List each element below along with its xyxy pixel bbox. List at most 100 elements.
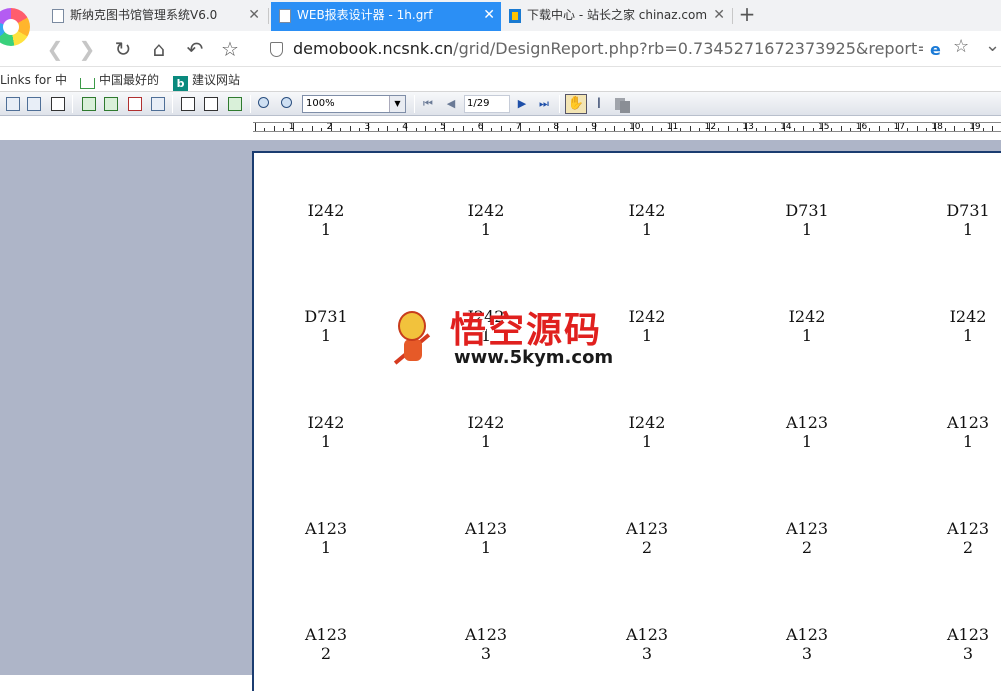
report-workspace[interactable]: I242 1 I242 1 I242 1 D731 1 D731 1 D731 1 I242 1 I242 1… <box>0 140 1001 691</box>
report-cell: A123 1 <box>441 519 531 557</box>
last-page-button[interactable]: ⏭ <box>536 95 552 113</box>
single-page-icon[interactable] <box>202 95 220 113</box>
report-cell-code: A123 <box>785 519 829 538</box>
copy-icon[interactable] <box>613 95 631 113</box>
ruler-tick <box>765 126 767 131</box>
home-button[interactable]: ⌂ <box>145 35 173 63</box>
tab-report-designer[interactable]: WEB报表设计器 - 1h.grf ✕ <box>271 2 501 31</box>
report-cell-code: A123 <box>464 625 508 644</box>
report-cell: A123 2 <box>762 519 852 557</box>
report-cell-code: I242 <box>788 307 826 326</box>
report-cell: A123 3 <box>923 625 1001 663</box>
zoom-out-icon[interactable] <box>279 95 297 113</box>
report-cell-code: A123 <box>464 519 508 538</box>
report-cell-code: I242 <box>628 201 666 220</box>
report-cell-code: I242 <box>949 307 987 326</box>
url-field[interactable]: demobook.ncsnk.cn/grid/DesignReport.php?… <box>293 39 923 58</box>
zoom-select[interactable]: 100% ▼ <box>302 95 406 113</box>
continuous-page-icon[interactable] <box>179 95 197 113</box>
reload-button[interactable]: ↻ <box>109 35 137 63</box>
bookmark-star-button[interactable]: ☆ <box>216 35 244 63</box>
ruler-tick <box>869 128 871 131</box>
chevron-down-icon[interactable]: ▼ <box>389 96 405 112</box>
report-page[interactable]: I242 1 I242 1 I242 1 D731 1 D731 1 D731 1 I242 1 I242 1… <box>252 151 1001 691</box>
ruler-tick <box>340 128 342 131</box>
ruler-tick <box>736 128 738 131</box>
next-page-button[interactable]: ▶ <box>514 95 530 113</box>
bookmark-suggested-sites[interactable]: b 建议网站 <box>173 71 240 91</box>
address-bar[interactable]: demobook.ncsnk.cn/grid/DesignReport.php?… <box>258 34 978 64</box>
ruler-label: 11 <box>666 122 679 132</box>
page-number-field[interactable]: 1/29 <box>464 95 510 113</box>
report-cell-qty: 1 <box>801 432 813 451</box>
report-cell-qty: 1 <box>962 326 974 345</box>
ruler-tick <box>302 128 304 131</box>
tab-library-system[interactable]: 斯纳克图书馆管理系统V6.0 ✕ <box>44 2 266 31</box>
ruler-tick <box>415 128 417 131</box>
favorite-star-icon[interactable]: ☆ <box>953 36 969 57</box>
ruler-tick <box>472 128 474 131</box>
zoom-in-icon[interactable] <box>256 95 274 113</box>
page-setup-icon[interactable] <box>49 95 67 113</box>
first-page-button[interactable]: ⏮ <box>420 95 436 113</box>
ruler-label: 12 <box>704 122 717 132</box>
report-cell-qty: 1 <box>320 538 332 557</box>
tab-close-icon[interactable]: ✕ <box>713 2 725 29</box>
report-cell-qty: 1 <box>320 220 332 239</box>
multi-page-icon[interactable] <box>226 95 244 113</box>
report-cell-qty: 1 <box>962 432 974 451</box>
hand-tool-button[interactable]: ✋ <box>565 94 587 114</box>
undo-close-tab-button[interactable]: ↶ <box>181 35 209 63</box>
ruler-tick <box>651 126 653 131</box>
page-icon <box>52 9 64 23</box>
bookmark-links[interactable]: Links for 中 <box>0 71 67 88</box>
report-cell: A123 1 <box>281 519 371 557</box>
mail-icon[interactable] <box>149 95 167 113</box>
ruler-tick <box>529 128 531 131</box>
ruler-tick <box>500 126 502 131</box>
print-icon[interactable] <box>4 95 22 113</box>
new-tab-button[interactable]: + <box>736 3 758 27</box>
tab-close-icon[interactable]: ✕ <box>248 2 260 29</box>
ruler-tick <box>623 128 625 131</box>
forward-button[interactable]: ❯ <box>73 35 101 63</box>
ruler-label: 17 <box>893 122 906 132</box>
report-cell: I242 1 <box>762 307 852 345</box>
report-cell-qty: 1 <box>962 220 974 239</box>
report-cell-qty: 1 <box>320 432 332 451</box>
chevron-down-icon[interactable]: ⌄ <box>985 35 1000 56</box>
tab-close-icon[interactable]: ✕ <box>483 2 495 29</box>
print-preview-icon[interactable] <box>25 95 43 113</box>
watermark-title: 悟空源码 <box>450 309 603 351</box>
back-button[interactable]: ❮ <box>41 35 69 63</box>
text-select-tool-button[interactable]: I <box>590 95 608 113</box>
report-cell: D731 1 <box>923 201 1001 239</box>
horizontal-ruler: 1 2 3 4 5 6 7 8 9 10 11 12 13 14 15 16 17 18 19 <box>253 122 1001 132</box>
report-cell-qty: 3 <box>641 644 653 663</box>
previous-page-button[interactable]: ◀ <box>443 95 459 113</box>
bookmark-china-best[interactable]: 中国最好的 <box>80 71 159 89</box>
ruler-tick <box>425 126 427 131</box>
ie-mode-icon[interactable]: e <box>930 40 941 59</box>
report-cell-code: D731 <box>946 201 990 220</box>
tab-download-center[interactable]: 下载中心 - 站长之家 chinaz.com ✕ <box>501 2 731 31</box>
bing-icon: b <box>173 76 188 91</box>
ruler-tick <box>982 128 984 131</box>
export-pdf-icon[interactable] <box>126 95 144 113</box>
toolbar-separator <box>172 95 173 113</box>
ruler-tick <box>907 128 909 131</box>
ruler-tick <box>831 128 833 131</box>
ruler-tick <box>283 128 285 131</box>
ruler-tick <box>954 126 956 131</box>
export-excel-icon[interactable] <box>102 95 120 113</box>
export-icon[interactable] <box>80 95 98 113</box>
ruler-tick <box>699 128 701 131</box>
ruler-tick <box>547 128 549 131</box>
report-cell-qty: 3 <box>801 644 813 663</box>
ruler-tick <box>538 126 540 131</box>
page-icon <box>279 9 291 23</box>
ruler-tick <box>255 123 256 131</box>
ruler-tick <box>812 128 814 131</box>
zoom-value: 100% <box>306 98 335 109</box>
report-cell: I242 1 <box>602 201 692 239</box>
